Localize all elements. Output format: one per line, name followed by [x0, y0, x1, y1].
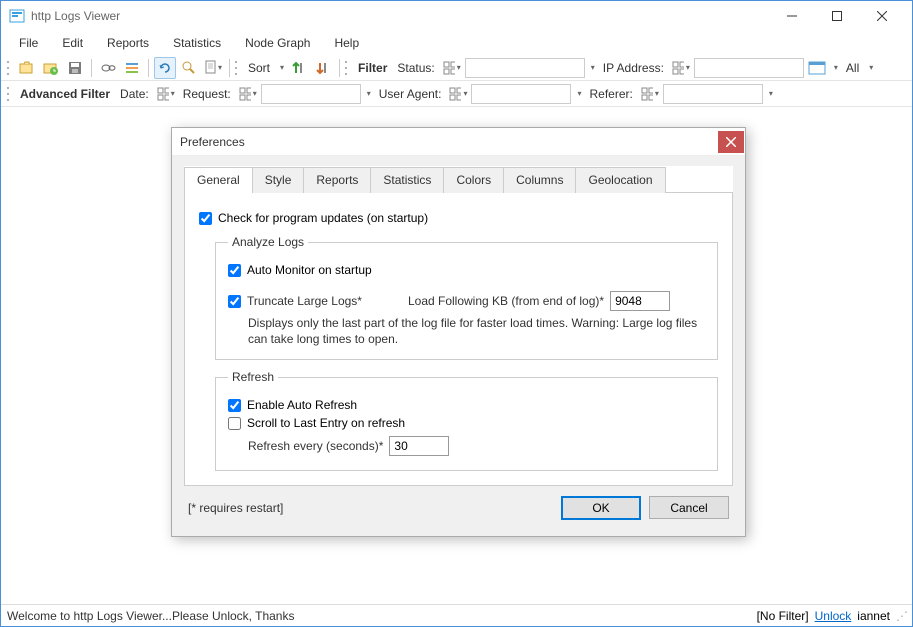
requires-restart-note: [* requires restart] [188, 501, 283, 515]
scroll-last-label: Scroll to Last Entry on refresh [247, 416, 405, 430]
dialog-titlebar[interactable]: Preferences [172, 128, 745, 156]
analyze-logs-group: Analyze Logs Auto Monitor on startup Tru… [215, 235, 718, 360]
scroll-last-checkbox[interactable] [228, 417, 241, 430]
status-user: iannet [857, 609, 890, 623]
tab-statistics[interactable]: Statistics [370, 167, 444, 193]
tab-reports[interactable]: Reports [303, 167, 371, 193]
ok-button[interactable]: OK [561, 496, 641, 520]
resize-grip-icon[interactable]: ⋰ [896, 609, 906, 623]
cancel-button[interactable]: Cancel [649, 496, 729, 519]
dialog-title: Preferences [180, 135, 245, 149]
tab-colors[interactable]: Colors [443, 167, 504, 193]
enable-refresh-row[interactable]: Enable Auto Refresh [228, 398, 705, 412]
refresh-legend: Refresh [228, 370, 278, 384]
load-kb-input[interactable] [610, 291, 670, 311]
modal-overlay: Preferences General Style Reports Statis… [1, 1, 912, 626]
tab-general[interactable]: General [184, 167, 253, 193]
scroll-last-row[interactable]: Scroll to Last Entry on refresh [228, 416, 705, 430]
tab-bar: General Style Reports Statistics Colors … [184, 166, 733, 192]
status-welcome: Welcome to http Logs Viewer...Please Unl… [7, 609, 294, 623]
auto-monitor-row[interactable]: Auto Monitor on startup [228, 263, 705, 277]
tab-panel-general: Check for program updates (on startup) A… [184, 192, 733, 486]
preferences-dialog: Preferences General Style Reports Statis… [171, 127, 746, 537]
auto-monitor-label: Auto Monitor on startup [247, 263, 372, 277]
truncate-label: Truncate Large Logs* [247, 294, 362, 308]
tab-style[interactable]: Style [252, 167, 305, 193]
refresh-every-label: Refresh every (seconds)* [248, 439, 383, 453]
check-updates-label: Check for program updates (on startup) [218, 211, 428, 225]
refresh-group: Refresh Enable Auto Refresh Scroll to La… [215, 370, 718, 471]
truncate-checkbox[interactable] [228, 295, 241, 308]
tab-columns[interactable]: Columns [503, 167, 576, 193]
truncate-hint: Displays only the last part of the log f… [248, 315, 705, 347]
dialog-body: General Style Reports Statistics Colors … [172, 156, 745, 536]
auto-monitor-checkbox[interactable] [228, 264, 241, 277]
statusbar: Welcome to http Logs Viewer...Please Unl… [1, 604, 912, 626]
load-kb-label: Load Following KB (from end of log)* [408, 294, 604, 308]
dialog-close-button[interactable] [718, 131, 744, 153]
status-nofilter: [No Filter] [757, 609, 809, 623]
dialog-footer: [* requires restart] OK Cancel [184, 486, 733, 524]
check-updates-row[interactable]: Check for program updates (on startup) [199, 211, 718, 225]
check-updates-checkbox[interactable] [199, 212, 212, 225]
enable-refresh-checkbox[interactable] [228, 399, 241, 412]
tab-geolocation[interactable]: Geolocation [575, 167, 665, 193]
analyze-logs-legend: Analyze Logs [228, 235, 308, 249]
refresh-every-input[interactable] [389, 436, 449, 456]
enable-refresh-label: Enable Auto Refresh [247, 398, 357, 412]
unlock-link[interactable]: Unlock [815, 609, 852, 623]
